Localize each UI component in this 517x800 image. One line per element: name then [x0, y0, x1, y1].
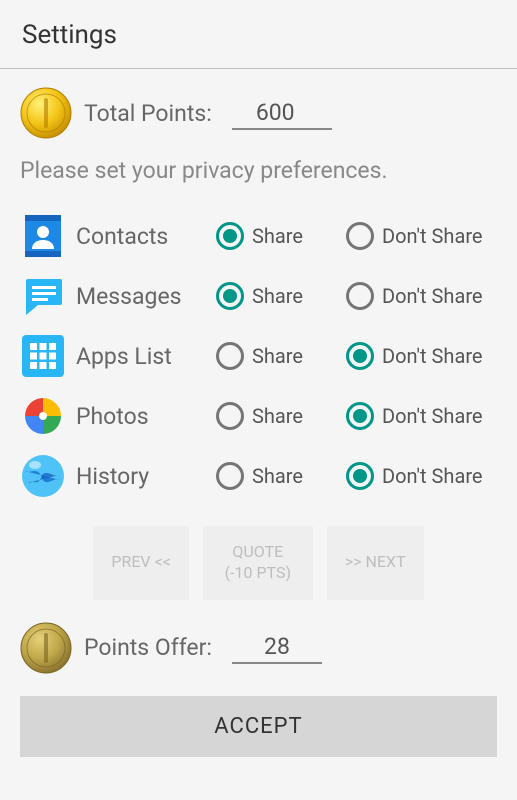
pref-label-history: History — [76, 463, 206, 490]
radio-label-share: Share — [252, 284, 303, 308]
radio-label-dont: Don't Share — [382, 404, 483, 428]
radio-apps-dont[interactable] — [346, 342, 374, 370]
pref-row-photos: Photos Share Don't Share — [20, 386, 497, 446]
pref-row-history: History Share Don't Share — [20, 446, 497, 506]
total-points-value[interactable]: 600 — [232, 97, 332, 130]
coin-bronze-icon — [20, 622, 72, 674]
radio-label-share: Share — [252, 224, 303, 248]
total-points-row: Total Points: 600 — [20, 87, 497, 139]
coin-gold-icon — [20, 87, 72, 139]
pref-label-apps: Apps List — [76, 343, 206, 370]
radio-label-dont: Don't Share — [382, 344, 483, 368]
accept-button[interactable]: ACCEPT — [20, 696, 497, 757]
messages-icon — [20, 273, 66, 319]
pref-row-messages: Messages Share Don't Share — [20, 266, 497, 326]
pref-row-contacts: Contacts Share Don't Share — [20, 206, 497, 266]
quote-button[interactable]: QUOTE (-10 PTS) — [203, 526, 313, 600]
quote-button-line1: QUOTE — [232, 542, 283, 561]
pref-row-apps: Apps List Share Don't Share — [20, 326, 497, 386]
contacts-icon — [20, 213, 66, 259]
radio-contacts-dont[interactable] — [346, 222, 374, 250]
radio-label-dont: Don't Share — [382, 284, 483, 308]
photos-icon — [20, 393, 66, 439]
apps-grid-icon — [20, 333, 66, 379]
globe-icon — [20, 453, 66, 499]
radio-apps-share[interactable] — [216, 342, 244, 370]
next-button[interactable]: >> NEXT — [327, 526, 424, 600]
radio-history-share[interactable] — [216, 462, 244, 490]
total-points-label: Total Points: — [84, 100, 212, 127]
points-offer-value[interactable]: 28 — [232, 631, 322, 664]
radio-label-share: Share — [252, 464, 303, 488]
nav-button-row: PREV << QUOTE (-10 PTS) >> NEXT — [20, 526, 497, 600]
radio-messages-dont[interactable] — [346, 282, 374, 310]
radio-label-dont: Don't Share — [382, 224, 483, 248]
radio-messages-share[interactable] — [216, 282, 244, 310]
radio-photos-dont[interactable] — [346, 402, 374, 430]
radio-history-dont[interactable] — [346, 462, 374, 490]
prev-button[interactable]: PREV << — [93, 526, 188, 600]
radio-label-share: Share — [252, 344, 303, 368]
radio-label-dont: Don't Share — [382, 464, 483, 488]
page-title: Settings — [0, 0, 517, 69]
points-offer-row: Points Offer: 28 — [20, 622, 497, 674]
pref-label-photos: Photos — [76, 403, 206, 430]
radio-contacts-share[interactable] — [216, 222, 244, 250]
pref-label-contacts: Contacts — [76, 223, 206, 250]
pref-label-messages: Messages — [76, 283, 206, 310]
content: Total Points: 600 Please set your privac… — [0, 69, 517, 775]
radio-label-share: Share — [252, 404, 303, 428]
radio-photos-share[interactable] — [216, 402, 244, 430]
instruction-text: Please set your privacy preferences. — [20, 157, 497, 184]
quote-button-line2: (-10 PTS) — [225, 563, 291, 582]
points-offer-label: Points Offer: — [84, 634, 212, 661]
